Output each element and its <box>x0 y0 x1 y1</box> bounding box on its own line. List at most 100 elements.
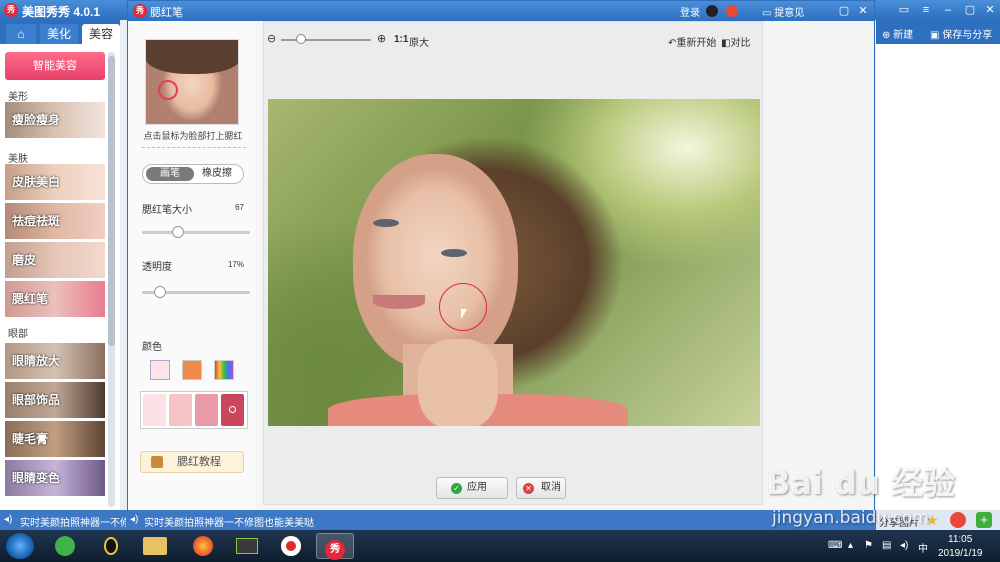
opacity-label: 透明度 <box>142 262 172 273</box>
feedback-label: 提意见 <box>774 8 805 19</box>
restart-button[interactable]: ↶重新开始 <box>668 34 716 49</box>
restart-label: 重新开始 <box>676 38 717 49</box>
actual-size-ratio[interactable]: 1:1 <box>394 34 408 45</box>
photo-face <box>353 154 518 369</box>
thumb-blush-marker <box>158 80 178 100</box>
divider <box>142 147 246 148</box>
app-logo-icon: 秀 <box>4 3 18 17</box>
mode-toggle: 画笔 橡皮擦 <box>142 164 244 184</box>
tile-skin-whiten[interactable]: 皮肤美白 <box>5 164 105 200</box>
eraser-mode-button[interactable]: 橡皮擦 <box>193 167 241 181</box>
message-icon[interactable]: ▭ <box>896 3 912 17</box>
size-label: 腮红笔大小 <box>142 205 192 216</box>
section-label-shape: 美形 <box>8 92 28 103</box>
color-picker-icon[interactable] <box>214 360 234 380</box>
tile-face-slim[interactable]: 瘦脸瘦身 <box>5 102 105 138</box>
swatch-4-selected[interactable] <box>221 394 244 426</box>
network-icon[interactable]: ▤ <box>882 540 891 551</box>
tab-beautify[interactable]: 美化 <box>40 24 78 44</box>
tile-acne-remove[interactable]: 祛痘祛斑 <box>5 203 105 239</box>
thumb-hair <box>146 40 238 74</box>
swatch-3[interactable] <box>195 394 218 426</box>
color-chip-pink[interactable] <box>150 360 170 380</box>
task-player-icon[interactable] <box>228 533 266 559</box>
keyboard-icon[interactable]: ⌨ <box>828 540 842 551</box>
tile-smooth-skin[interactable]: 磨皮 <box>5 242 105 278</box>
new-button[interactable]: ⊕ 新建 <box>882 26 913 41</box>
right-panel <box>876 20 1000 510</box>
clock-date[interactable]: 2019/1/19 <box>938 548 983 559</box>
tab-home[interactable]: ⌂ <box>6 24 36 44</box>
photo-hand <box>418 339 498 426</box>
tile-eye-accessory[interactable]: 眼部饰品 <box>5 382 105 418</box>
swatch-1[interactable] <box>143 394 166 426</box>
photo-left-eye <box>373 219 399 227</box>
tab-beauty[interactable]: 美容 <box>82 24 120 44</box>
dialog-minimize-icon[interactable]: ▢ <box>836 4 852 18</box>
tray-arrow-icon[interactable]: ▴ <box>848 540 853 551</box>
home-icon: ⌂ <box>17 27 25 41</box>
task-explorer-icon[interactable] <box>136 533 174 559</box>
zoom-slider-thumb[interactable] <box>296 34 306 44</box>
login-link[interactable]: 登录 <box>680 4 700 19</box>
size-slider-thumb[interactable] <box>171 226 184 238</box>
task-record-icon[interactable] <box>272 533 310 559</box>
task-360-icon[interactable] <box>46 533 84 559</box>
size-slider-track[interactable] <box>142 231 250 234</box>
box-icon <box>151 456 163 468</box>
cancel-x-icon: ✕ <box>523 483 534 494</box>
baidu-jingyan-watermark: Bai du 经验 jingyan.baidu.com <box>766 458 996 538</box>
smart-beauty-button[interactable]: 智能美容 <box>5 52 105 80</box>
save-share-button[interactable]: ▣ 保存与分享 <box>930 26 992 41</box>
minimize-icon[interactable]: – <box>940 3 956 17</box>
status-text-left[interactable]: 实时美颜拍照神器一不修图 <box>20 514 126 529</box>
left-scrollbar-thumb[interactable] <box>108 56 115 346</box>
photo-lips <box>373 295 425 309</box>
watermark-url: jingyan.baidu.com <box>772 508 929 528</box>
volume-icon[interactable]: ◂) <box>900 540 908 551</box>
start-button[interactable] <box>6 533 34 559</box>
dialog-title: 腮红笔 <box>150 7 183 19</box>
tutorial-label: 腮红教程 <box>177 456 221 468</box>
status-text-right[interactable]: 实时美颜拍照神器一不修图也能美美哒 <box>144 514 314 529</box>
photo-right-eye <box>441 249 467 257</box>
apply-label: 应用 <box>467 482 487 493</box>
watermark-logo: Bai du 经验 <box>766 464 955 502</box>
color-chip-orange[interactable] <box>182 360 202 380</box>
task-meitu-icon[interactable]: 秀 <box>316 533 354 560</box>
tile-blush-pen[interactable]: 腮红笔 <box>5 281 105 317</box>
color-label: 颜色 <box>142 342 162 353</box>
canvas-toolbar: ⊖ ⊕ 1:1 原大 ↶重新开始 ◧对比 <box>264 22 762 58</box>
opacity-value: 17% <box>227 260 244 269</box>
feedback-link[interactable]: ▭ 提意见 <box>762 4 804 19</box>
menu-icon[interactable]: ≡ <box>918 3 934 17</box>
task-firefox-icon[interactable] <box>184 533 222 559</box>
qq-icon[interactable] <box>706 5 718 17</box>
photo-canvas[interactable] <box>268 99 760 426</box>
flag-icon[interactable]: ⚑ <box>864 540 873 551</box>
tile-eye-enlarge[interactable]: 眼睛放大 <box>5 343 105 379</box>
brush-mode-button[interactable]: 画笔 <box>146 167 194 181</box>
face-preview-thumbnail <box>145 39 239 125</box>
tile-mascara[interactable]: 睫毛膏 <box>5 421 105 457</box>
swatch-2[interactable] <box>169 394 192 426</box>
dialog-close-icon[interactable]: ✕ <box>855 4 871 18</box>
zoom-in-icon[interactable]: ⊕ <box>377 32 386 45</box>
blush-tutorial-button[interactable]: 腮红教程 <box>140 451 244 473</box>
main-tab-row: ⌂ 美化 美容 <box>0 20 120 44</box>
close-icon[interactable]: ✕ <box>982 3 998 17</box>
blush-dialog: 秀 腮红笔 登录 ▭ 提意见 ▢ ✕ 点击鼠标为脸部打上腮红 画笔 橡皮擦 腮红… <box>127 0 875 512</box>
apply-button[interactable]: ✓ 应用 <box>436 477 508 499</box>
tile-eye-color[interactable]: 眼睛变色 <box>5 460 105 496</box>
maximize-icon[interactable]: ▢ <box>962 3 978 17</box>
ime-icon[interactable]: 中 <box>918 540 928 555</box>
zoom-out-icon[interactable]: ⊖ <box>267 32 276 45</box>
cancel-button[interactable]: ✕ 取消 <box>516 477 566 499</box>
compare-button[interactable]: ◧对比 <box>721 34 750 49</box>
opacity-slider-thumb[interactable] <box>154 286 167 298</box>
actual-size-label[interactable]: 原大 <box>409 34 429 49</box>
dialog-titlebar: 秀 腮红笔 登录 ▭ 提意见 ▢ ✕ <box>128 1 874 21</box>
task-qq-icon[interactable] <box>92 533 130 559</box>
weibo-icon[interactable] <box>726 5 738 17</box>
zoom-slider-track[interactable] <box>281 39 371 41</box>
